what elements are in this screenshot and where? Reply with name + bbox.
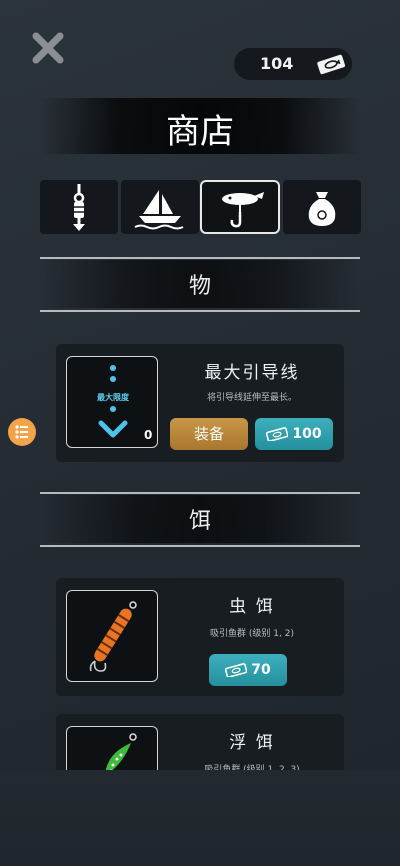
hook-icon [73,184,85,231]
item-name: 最大引导线 [204,363,300,383]
worm-lure-icon [89,601,137,672]
buy-button[interactable]: 70 [209,654,287,686]
price-label: 100 [292,426,322,442]
menu-button[interactable] [8,418,36,446]
bait-name: 浮 饵 [229,733,275,753]
ticket-icon [225,663,248,677]
bait-thumbnail [66,590,158,682]
category-tabs [40,180,361,234]
section-header-bait: 饵 [40,492,360,547]
currency-display: 104 [234,48,352,80]
section-title-bait: 饵 [188,509,211,534]
bait-name: 虫 饵 [229,597,275,617]
item-level: 0 [144,428,153,442]
item-card-max-line: 最大限度 0 最大引导线 将引导线延伸至最长。 装备 100 [56,344,344,462]
section-title-items: 物 [188,274,211,299]
equip-button[interactable]: 装备 [170,418,248,450]
page-title: 商店 [166,112,234,152]
lure-icon [222,192,264,228]
tab-boat[interactable] [121,180,199,234]
boat-icon [134,190,184,230]
bait-card-worm: 虫 饵 吸引鱼群 (级别 1, 2) 70 [56,578,344,696]
thumb-label: 最大限度 [97,393,129,402]
currency-amount: 104 [260,54,294,73]
tab-bag[interactable] [283,180,361,234]
list-icon [15,425,28,439]
tab-hook[interactable] [40,180,118,234]
bottom-mask [0,770,400,866]
bait-description: 吸引鱼群 (级别 1, 2) [210,629,294,639]
close-icon [32,32,64,64]
ticket-icon [266,427,289,441]
tab-lure[interactable] [200,180,280,234]
section-header-items: 物 [40,257,360,312]
money-bag-icon [308,192,336,226]
item-description: 将引导线延伸至最长。 [206,393,297,403]
price-label: 70 [251,662,271,678]
banknote-icon [317,54,346,75]
buy-button[interactable]: 100 [255,418,333,450]
close-button[interactable] [28,28,68,68]
